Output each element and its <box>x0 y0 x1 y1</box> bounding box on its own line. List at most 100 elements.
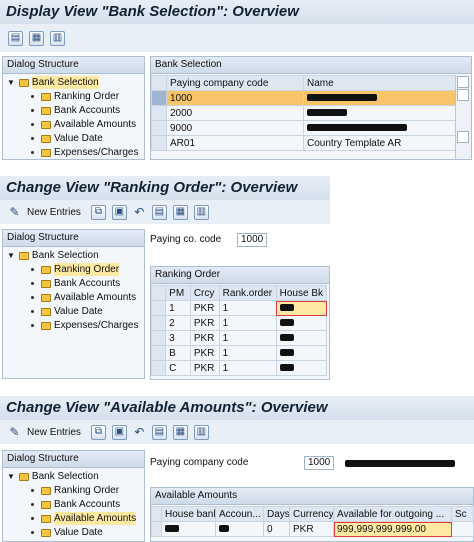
row-selector[interactable] <box>151 90 167 106</box>
tree-node[interactable]: Value Date <box>31 132 103 145</box>
details-icon[interactable]: ▤ <box>151 204 167 220</box>
delete-icon[interactable]: ▣ <box>111 424 127 440</box>
vertical-scrollbar[interactable] <box>455 75 471 159</box>
select-all-icon[interactable]: ▦ <box>172 204 188 220</box>
column-header[interactable]: Days <box>263 506 290 522</box>
tree-node[interactable]: Bank Accounts <box>31 277 120 290</box>
house-bank-cell[interactable] <box>275 345 328 361</box>
new-entries-button[interactable]: New Entries <box>27 427 81 438</box>
table-row[interactable]: AR01 Country Template AR <box>151 135 457 151</box>
row-selector[interactable] <box>150 330 167 346</box>
tree-node[interactable]: Ranking Order <box>31 484 119 497</box>
company-code-field[interactable]: 1000 <box>237 233 268 247</box>
column-header[interactable]: Crcy <box>189 285 220 301</box>
deselect-all-icon[interactable]: ▥ <box>193 204 209 220</box>
tree-node[interactable]: Value Date <box>31 305 103 318</box>
deselect-all-icon[interactable]: ▥ <box>50 30 65 46</box>
tree-node[interactable]: Bank Accounts <box>31 104 120 117</box>
rank-order-cell[interactable]: 1 <box>218 315 277 331</box>
name-cell[interactable] <box>303 105 457 121</box>
column-header[interactable]: House Bk <box>275 285 328 301</box>
table-row[interactable]: 9000 <box>151 120 457 136</box>
edit-pencil-icon[interactable]: ✎ <box>8 206 21 219</box>
row-selector-header[interactable] <box>150 285 167 301</box>
name-cell[interactable]: Country Template AR <box>303 135 457 151</box>
company-code-cell[interactable]: AR01 <box>166 135 304 151</box>
column-header[interactable]: House bank <box>161 506 216 522</box>
scroll-up-icon[interactable] <box>457 89 469 101</box>
tree-node[interactable]: Expenses/Charges <box>31 319 139 332</box>
table-row[interactable]: 2 PKR 1 <box>150 315 328 331</box>
select-all-icon[interactable]: ▦ <box>29 30 44 46</box>
row-selector[interactable] <box>150 360 167 376</box>
deselect-all-icon[interactable]: ▥ <box>193 424 209 440</box>
row-selector[interactable] <box>151 120 167 136</box>
rank-order-cell[interactable]: 1 <box>218 360 277 376</box>
available-amount-cell[interactable]: 999,999,999,999.00 <box>333 521 452 537</box>
table-row[interactable]: 0 PKR 999,999,999,999.00 <box>151 521 474 537</box>
tree-node[interactable]: Available Amounts <box>31 291 136 304</box>
tree-node[interactable]: ▼ Bank Selection <box>7 470 99 483</box>
table-row[interactable]: C PKR 1 <box>150 360 328 376</box>
payment-method-cell[interactable]: 1 <box>165 300 191 316</box>
company-code-field[interactable]: 1000 <box>304 456 335 470</box>
name-cell[interactable] <box>303 120 457 136</box>
undo-icon[interactable]: ↶ <box>133 206 146 219</box>
column-settings-icon[interactable] <box>457 76 469 88</box>
edit-pencil-icon[interactable]: ✎ <box>8 426 21 439</box>
expand-triangle-icon[interactable]: ▼ <box>7 470 15 483</box>
row-selector-header[interactable] <box>151 506 162 522</box>
table-row[interactable]: B PKR 1 <box>150 345 328 361</box>
delete-icon[interactable]: ▣ <box>111 204 127 220</box>
tree-node[interactable]: Bank Accounts <box>31 498 120 511</box>
currency-cell[interactable]: PKR <box>289 521 334 537</box>
row-selector[interactable] <box>151 521 162 537</box>
table-row[interactable]: 3 PKR 1 <box>150 330 328 346</box>
table-row[interactable]: 2000 <box>151 105 457 121</box>
table-row[interactable]: 1000 <box>151 90 457 106</box>
payment-method-cell[interactable]: B <box>165 345 191 361</box>
tree-node[interactable]: Available Amounts <box>31 118 136 131</box>
details-icon[interactable]: ▤ <box>151 424 167 440</box>
house-bank-cell[interactable] <box>275 300 328 316</box>
tree-node[interactable]: ▼ Bank Selection <box>7 76 99 89</box>
rank-order-cell[interactable]: 1 <box>218 300 277 316</box>
currency-cell[interactable]: PKR <box>189 345 220 361</box>
undo-icon[interactable]: ↶ <box>133 426 146 439</box>
column-header[interactable]: PM <box>165 285 191 301</box>
house-bank-cell[interactable] <box>275 360 328 376</box>
payment-method-cell[interactable]: C <box>165 360 191 376</box>
copy-icon[interactable]: ⧉ <box>90 204 106 220</box>
scroll-down-icon[interactable] <box>457 131 469 143</box>
days-cell[interactable]: 0 <box>263 521 290 537</box>
rank-order-cell[interactable]: 1 <box>218 345 277 361</box>
tree-node[interactable]: Value Date <box>31 526 103 539</box>
column-header[interactable]: Name <box>303 75 457 91</box>
row-selector-header[interactable] <box>151 75 167 91</box>
row-selector[interactable] <box>150 300 167 316</box>
currency-cell[interactable]: PKR <box>189 300 220 316</box>
column-header[interactable]: Currency <box>289 506 334 522</box>
name-cell[interactable] <box>303 90 457 106</box>
row-selector[interactable] <box>150 345 167 361</box>
column-header[interactable]: Available for outgoing ... <box>333 506 452 522</box>
column-header[interactable]: Sc <box>451 506 474 522</box>
tree-node[interactable]: ▼ Bank Selection <box>7 249 99 262</box>
company-code-cell[interactable]: 1000 <box>166 90 304 106</box>
tree-node[interactable]: Ranking Order <box>31 263 120 276</box>
row-selector[interactable] <box>151 105 167 121</box>
row-selector[interactable] <box>150 315 167 331</box>
account-cell[interactable] <box>215 521 264 537</box>
new-entries-button[interactable]: New Entries <box>27 207 81 218</box>
tree-node[interactable]: Available Amounts <box>31 512 137 525</box>
row-selector[interactable] <box>151 135 167 151</box>
house-bank-cell[interactable] <box>275 315 328 331</box>
select-all-icon[interactable]: ▦ <box>172 424 188 440</box>
currency-cell[interactable]: PKR <box>189 315 220 331</box>
payment-method-cell[interactable]: 2 <box>165 315 191 331</box>
expand-triangle-icon[interactable]: ▼ <box>7 249 15 262</box>
table-row[interactable]: 1 PKR 1 <box>150 300 328 316</box>
payment-method-cell[interactable]: 3 <box>165 330 191 346</box>
column-header[interactable]: Paying company code <box>166 75 304 91</box>
details-icon[interactable]: ▤ <box>8 30 23 46</box>
